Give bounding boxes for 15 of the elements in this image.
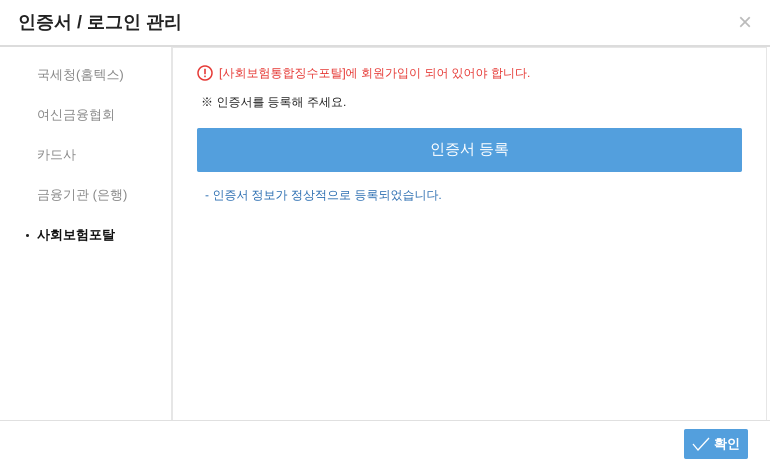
bullet-icon <box>26 234 29 236</box>
check-icon <box>692 436 710 452</box>
warning-message: [사회보험통합징수포탈]에 회원가입이 되어 있어야 합니다. <box>219 65 530 82</box>
confirm-button[interactable]: 확인 <box>684 428 748 458</box>
notice-text: ※ 인증서를 등록해 주세요. <box>200 94 348 111</box>
window-title: 인증서 / 로그인 관리 <box>18 11 182 34</box>
register-button[interactable]: 인증서 등록 <box>197 128 742 172</box>
status-message: - 인증서 정보가 정상적으로 등록되었습니다. <box>204 187 443 204</box>
sidebar-item[interactable]: 국세청(홈텍스) <box>37 65 124 85</box>
sidebar-item[interactable]: 사회보험포탈 <box>37 225 115 245</box>
sidebar-item[interactable]: 카드사 <box>37 145 76 165</box>
close-button[interactable]: × <box>738 10 752 34</box>
sidebar-item[interactable]: 여신금융협회 <box>37 105 115 125</box>
sidebar-item[interactable]: 금융기관 (은행) <box>37 185 128 205</box>
warning-icon <box>197 65 213 81</box>
